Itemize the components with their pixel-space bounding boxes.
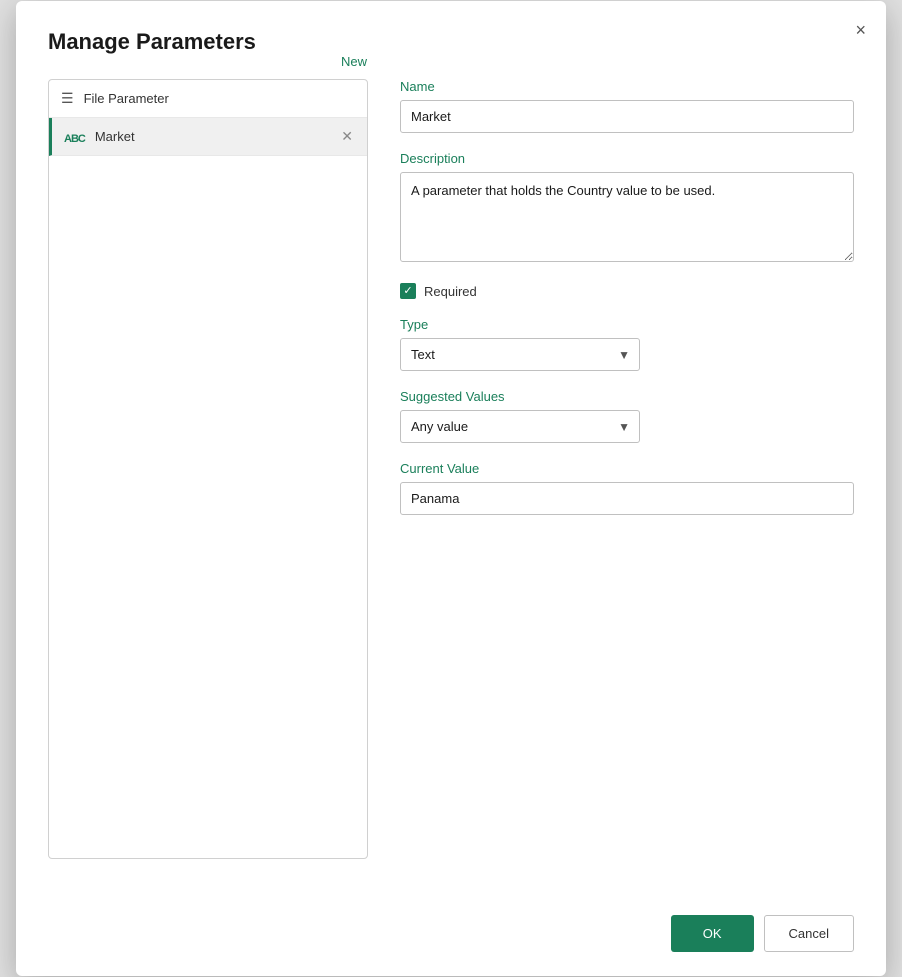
dialog-footer: OK Cancel — [48, 899, 854, 952]
suggested-values-select-wrapper: Any value List of values Query ▼ — [400, 410, 640, 443]
current-value-label: Current Value — [400, 461, 854, 476]
left-panel: New ☰ File Parameter ABC Market ✕ — [48, 79, 368, 859]
current-value-field-group: Current Value — [400, 461, 854, 515]
ok-button[interactable]: OK — [671, 915, 754, 952]
required-checkbox[interactable]: ✓ — [400, 283, 416, 299]
suggested-values-field-group: Suggested Values Any value List of value… — [400, 389, 854, 443]
required-row: ✓ Required — [400, 283, 854, 299]
list-item[interactable]: ☰ File Parameter — [49, 80, 367, 118]
type-select-wrapper: Text Number Date Date/Time Duration Logi… — [400, 338, 640, 371]
description-label: Description — [400, 151, 854, 166]
parameter-list: ☰ File Parameter ABC Market ✕ — [49, 80, 367, 156]
new-parameter-link[interactable]: New — [341, 54, 367, 69]
right-panel: Name Description A parameter that holds … — [368, 79, 854, 859]
content-area: New ☰ File Parameter ABC Market ✕ Name — [48, 79, 854, 859]
remove-parameter-button[interactable]: ✕ — [339, 128, 355, 145]
type-field-group: Type Text Number Date Date/Time Duration… — [400, 317, 854, 371]
description-field-group: Description A parameter that holds the C… — [400, 151, 854, 265]
name-input[interactable] — [400, 100, 854, 133]
cancel-button[interactable]: Cancel — [764, 915, 854, 952]
list-icon: ☰ — [61, 90, 74, 107]
param-item-label: File Parameter — [84, 91, 355, 106]
close-button[interactable]: × — [851, 17, 870, 43]
type-label: Type — [400, 317, 854, 332]
type-select[interactable]: Text Number Date Date/Time Duration Logi… — [400, 338, 640, 371]
required-label: Required — [424, 284, 477, 299]
checkmark-icon: ✓ — [403, 286, 412, 297]
param-item-label: Market — [95, 129, 329, 144]
description-input[interactable]: A parameter that holds the Country value… — [400, 172, 854, 262]
abc-icon: ABC — [64, 129, 85, 145]
suggested-values-select[interactable]: Any value List of values Query — [400, 410, 640, 443]
suggested-values-label: Suggested Values — [400, 389, 854, 404]
name-field-group: Name — [400, 79, 854, 133]
current-value-input[interactable] — [400, 482, 854, 515]
manage-parameters-dialog: × Manage Parameters New ☰ File Parameter… — [16, 1, 886, 976]
list-item[interactable]: ABC Market ✕ — [49, 118, 367, 156]
name-label: Name — [400, 79, 854, 94]
dialog-title: Manage Parameters — [48, 29, 854, 55]
